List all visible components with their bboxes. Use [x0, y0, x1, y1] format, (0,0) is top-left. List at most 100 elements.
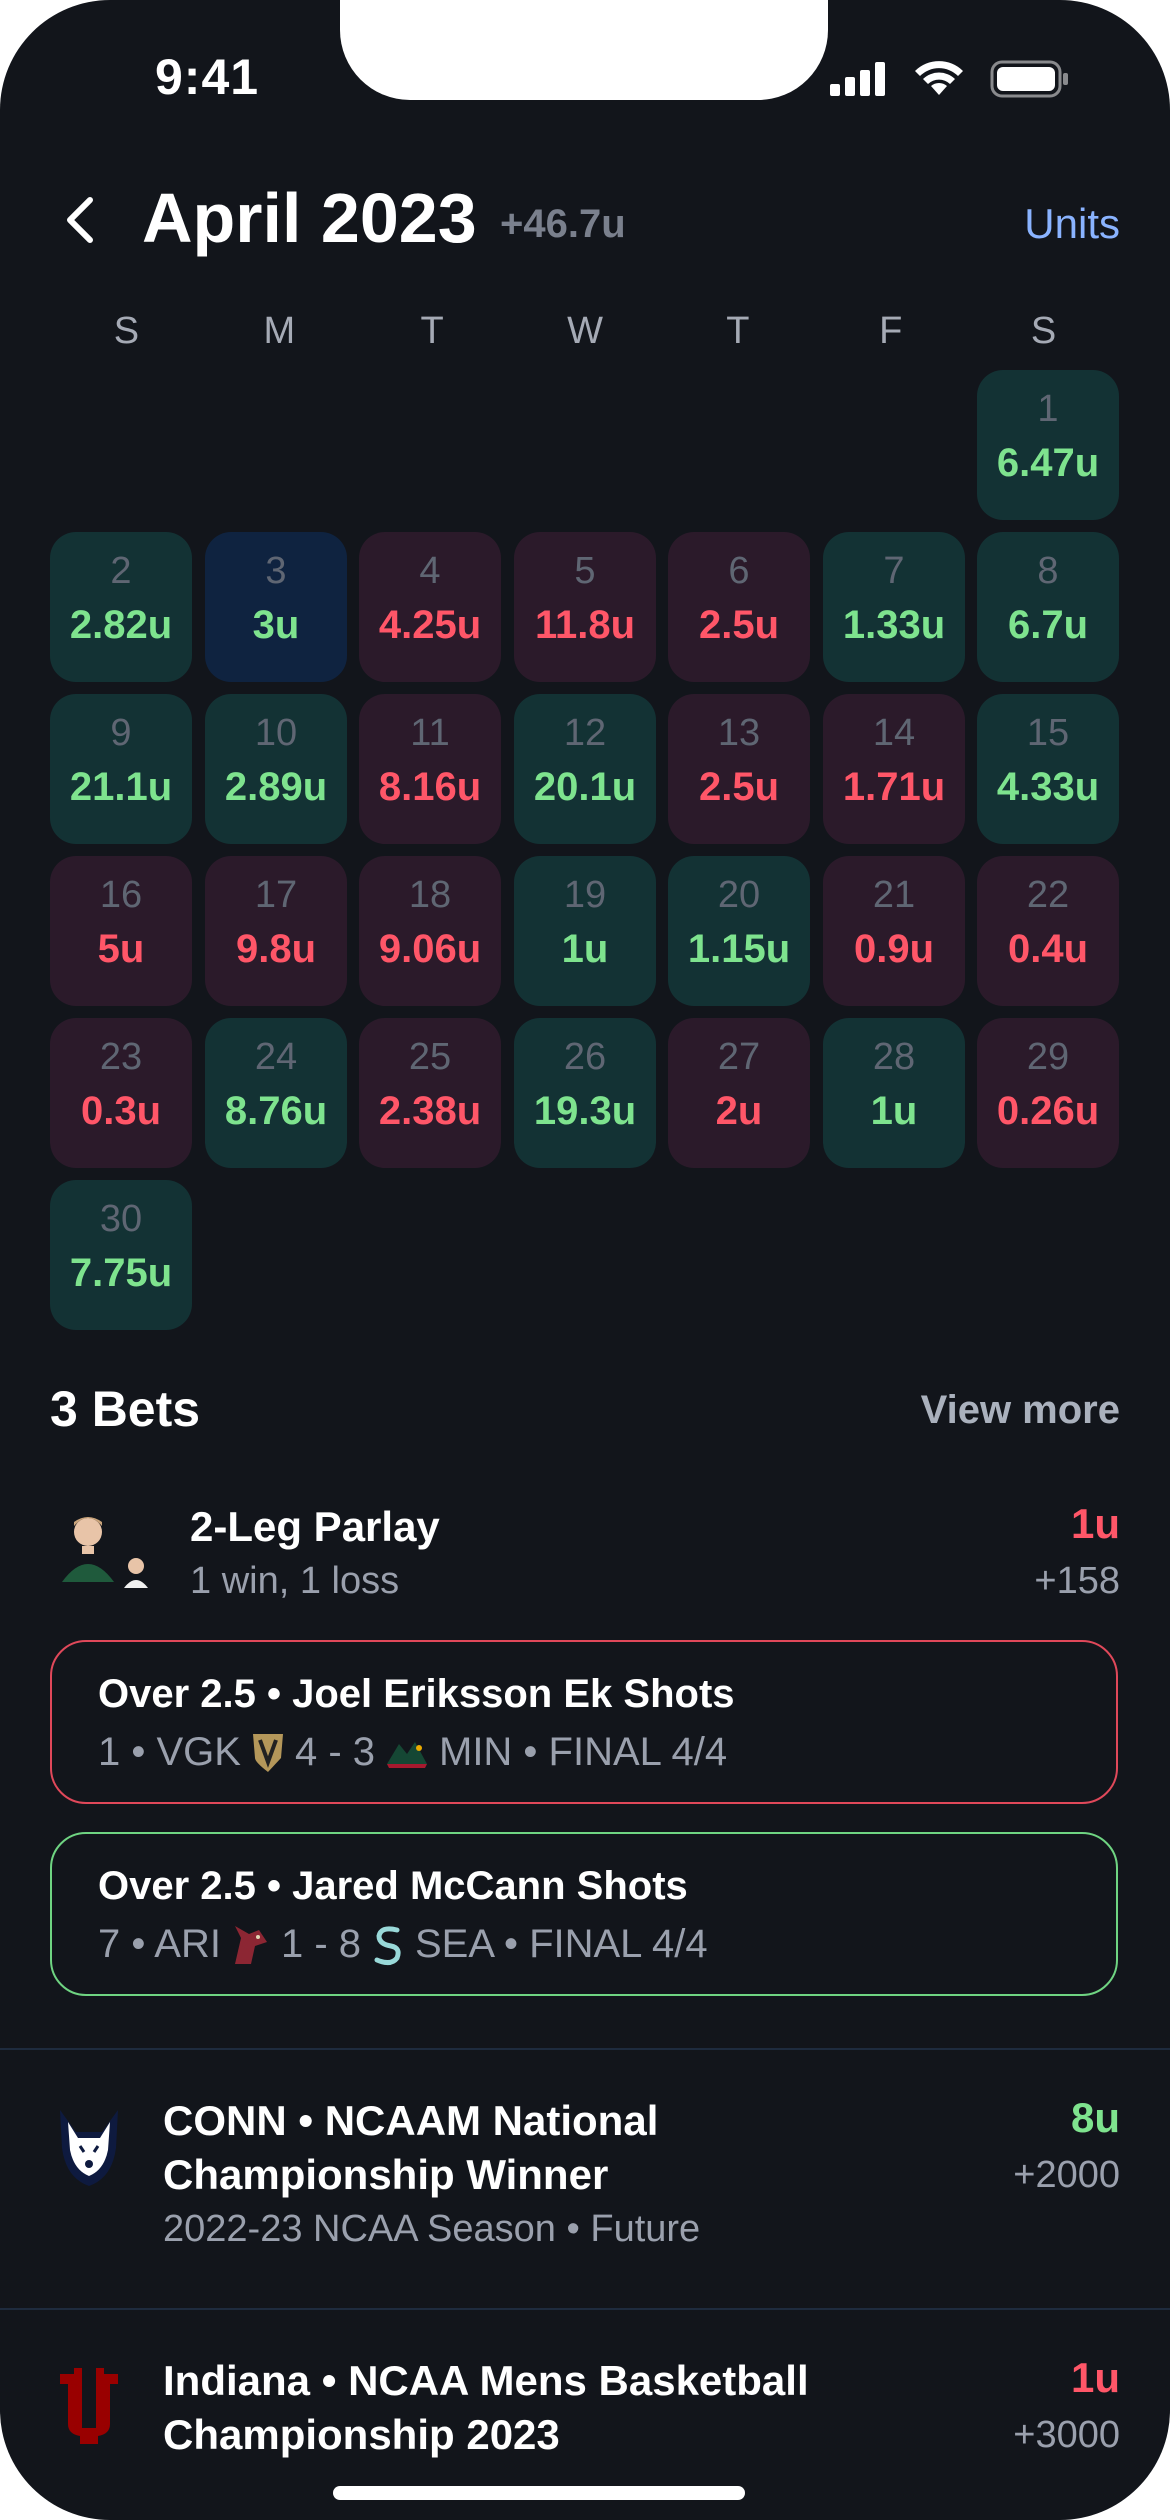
- calendar-day-number: 26: [563, 1036, 607, 1078]
- calendar-day[interactable]: 7 1.33u: [823, 532, 965, 682]
- weekday-label: M: [263, 310, 296, 352]
- calendar-day[interactable]: 6 2.5u: [668, 532, 810, 682]
- calendar-day[interactable]: 3 3u: [205, 532, 347, 682]
- calendar-day[interactable]: 12 20.1u: [514, 694, 656, 844]
- leg-score: 1 - 8: [280, 1922, 361, 1966]
- kraken-logo-icon: [374, 1925, 401, 1965]
- bet-odds: +2000: [1013, 2154, 1120, 2196]
- calendar-day[interactable]: 21 0.9u: [823, 856, 965, 1006]
- calendar-day[interactable]: 13 2.5u: [668, 694, 810, 844]
- calendar-day-units: 4.25u: [378, 603, 482, 647]
- bet-divider: [0, 2048, 1170, 2050]
- signal-icon: [830, 62, 885, 96]
- calendar-day[interactable]: 30 7.75u: [50, 1180, 192, 1330]
- notch: [340, 0, 828, 100]
- weekday-label: S: [113, 310, 140, 352]
- calendar-day-units: 1.71u: [842, 765, 946, 809]
- calendar-day-number: 29: [1026, 1036, 1070, 1078]
- weekday-label: W: [567, 310, 603, 352]
- calendar-day[interactable]: 11 8.16u: [359, 694, 501, 844]
- calendar-day-units: 0.4u: [1007, 927, 1089, 971]
- wild-logo-icon: [387, 1741, 427, 1768]
- calendar-day-number: 24: [254, 1036, 298, 1078]
- leg-game-line: 1 • VGK 4 - 3 MIN • FINAL 4/4: [98, 1730, 727, 1775]
- coyotes-logo-icon: [234, 1925, 267, 1964]
- calendar-day[interactable]: 17 9.8u: [205, 856, 347, 1006]
- calendar-day[interactable]: 14 1.71u: [823, 694, 965, 844]
- calendar-day-units: 2.5u: [698, 765, 780, 809]
- bet-units: 1u: [1070, 1500, 1120, 1547]
- parlay-leg-won[interactable]: Over 2.5 • Jared McCann Shots 7 • ARI 1 …: [50, 1832, 1118, 1996]
- leg-game-line: 7 • ARI 1 - 8 SEA • FINAL 4/4: [98, 1922, 708, 1967]
- wifi-icon: [915, 61, 963, 95]
- bet-item-conn[interactable]: CONN • NCAAM National Championship Winne…: [0, 2094, 1170, 2264]
- calendar-day[interactable]: 1 6.47u: [977, 370, 1119, 520]
- calendar-day-number: 2: [110, 550, 132, 592]
- calendar-day[interactable]: 16 5u: [50, 856, 192, 1006]
- bet-title-line2: Championship Winner: [163, 2151, 609, 2198]
- bet-odds: +3000: [1013, 2414, 1120, 2456]
- view-more-link[interactable]: View more: [921, 1388, 1120, 1433]
- calendar-day-units: 1u: [870, 1089, 918, 1133]
- bet-units: 1u: [1070, 2354, 1120, 2401]
- leg-title: Over 2.5 • Joel Eriksson Ek Shots: [98, 1672, 735, 1716]
- bet-item-parlay[interactable]: 2-Leg Parlay 1 win, 1 loss 1u +158: [0, 1500, 1170, 1620]
- calendar-day[interactable]: 9 21.1u: [50, 694, 192, 844]
- leg-title: Over 2.5 • Jared McCann Shots: [98, 1864, 688, 1908]
- calendar-day-number: 3: [265, 550, 287, 592]
- calendar-day[interactable]: 28 1u: [823, 1018, 965, 1168]
- calendar-day[interactable]: 8 6.7u: [977, 532, 1119, 682]
- parlay-leg-lost[interactable]: Over 2.5 • Joel Eriksson Ek Shots 1 • VG…: [50, 1640, 1118, 1804]
- bet-units: 8u: [1070, 2094, 1120, 2141]
- month-total: +46.7u: [500, 202, 626, 246]
- status-time: 9:41: [155, 49, 260, 105]
- calendar-day-number: 20: [717, 874, 761, 916]
- calendar-day-units: 0.3u: [80, 1089, 162, 1133]
- calendar-day-number: 13: [717, 712, 761, 754]
- bet-subtitle: 2022-23 NCAA Season • Future: [163, 2208, 701, 2250]
- home-indicator[interactable]: [333, 2486, 745, 2500]
- calendar-day[interactable]: 10 2.89u: [205, 694, 347, 844]
- calendar-day[interactable]: 27 2u: [668, 1018, 810, 1168]
- calendar-day[interactable]: 24 8.76u: [205, 1018, 347, 1168]
- calendar-day[interactable]: 15 4.33u: [977, 694, 1119, 844]
- units-toggle[interactable]: Units: [1024, 200, 1120, 248]
- calendar-day-units: 5u: [97, 927, 145, 971]
- indiana-logo-icon: [60, 2368, 118, 2444]
- calendar-day-units: 2.38u: [378, 1089, 482, 1133]
- calendar-day[interactable]: 25 2.38u: [359, 1018, 501, 1168]
- calendar-day[interactable]: 26 19.3u: [514, 1018, 656, 1168]
- calendar-day[interactable]: 20 1.15u: [668, 856, 810, 1006]
- calendar-day[interactable]: 19 1u: [514, 856, 656, 1006]
- weekday-label: S: [1030, 310, 1057, 352]
- weekday-label: F: [879, 310, 903, 352]
- month-title: April 2023: [142, 179, 477, 257]
- battery-icon: [990, 60, 1068, 98]
- bet-item-indiana[interactable]: Indiana • NCAA Mens Basketball Champions…: [0, 2354, 1170, 2474]
- calendar-day-units: 0.9u: [853, 927, 935, 971]
- calendar-day-units: 2.5u: [698, 603, 780, 647]
- calendar-day[interactable]: 23 0.3u: [50, 1018, 192, 1168]
- calendar-day-number: 16: [99, 874, 143, 916]
- calendar-day-number: 27: [717, 1036, 761, 1078]
- calendar-day[interactable]: 18 9.06u: [359, 856, 501, 1006]
- calendar-day[interactable]: 2 2.82u: [50, 532, 192, 682]
- player-avatars-icon: [62, 1517, 148, 1588]
- calendar-day-units: 8.76u: [224, 1089, 328, 1133]
- calendar-day[interactable]: 5 11.8u: [514, 532, 656, 682]
- leg-prefix: 7 • ARI: [98, 1922, 221, 1966]
- back-chevron-icon[interactable]: [50, 188, 114, 252]
- calendar-day[interactable]: 29 0.26u: [977, 1018, 1119, 1168]
- calendar-day-units: 8.16u: [378, 765, 482, 809]
- calendar-day[interactable]: 4 4.25u: [359, 532, 501, 682]
- uconn-husky-icon: [60, 2110, 118, 2186]
- calendar-day-units: 20.1u: [533, 765, 637, 809]
- calendar-day-units: 1.33u: [842, 603, 946, 647]
- calendar-day[interactable]: 22 0.4u: [977, 856, 1119, 1006]
- calendar-day-number: 17: [254, 874, 298, 916]
- bet-title-line1: Indiana • NCAA Mens Basketball: [163, 2357, 809, 2404]
- leg-suffix: MIN • FINAL 4/4: [439, 1730, 728, 1774]
- calendar-day-units: 1.15u: [687, 927, 791, 971]
- calendar-day-number: 25: [408, 1036, 452, 1078]
- weekday-header: S M T W T F S: [50, 310, 1120, 353]
